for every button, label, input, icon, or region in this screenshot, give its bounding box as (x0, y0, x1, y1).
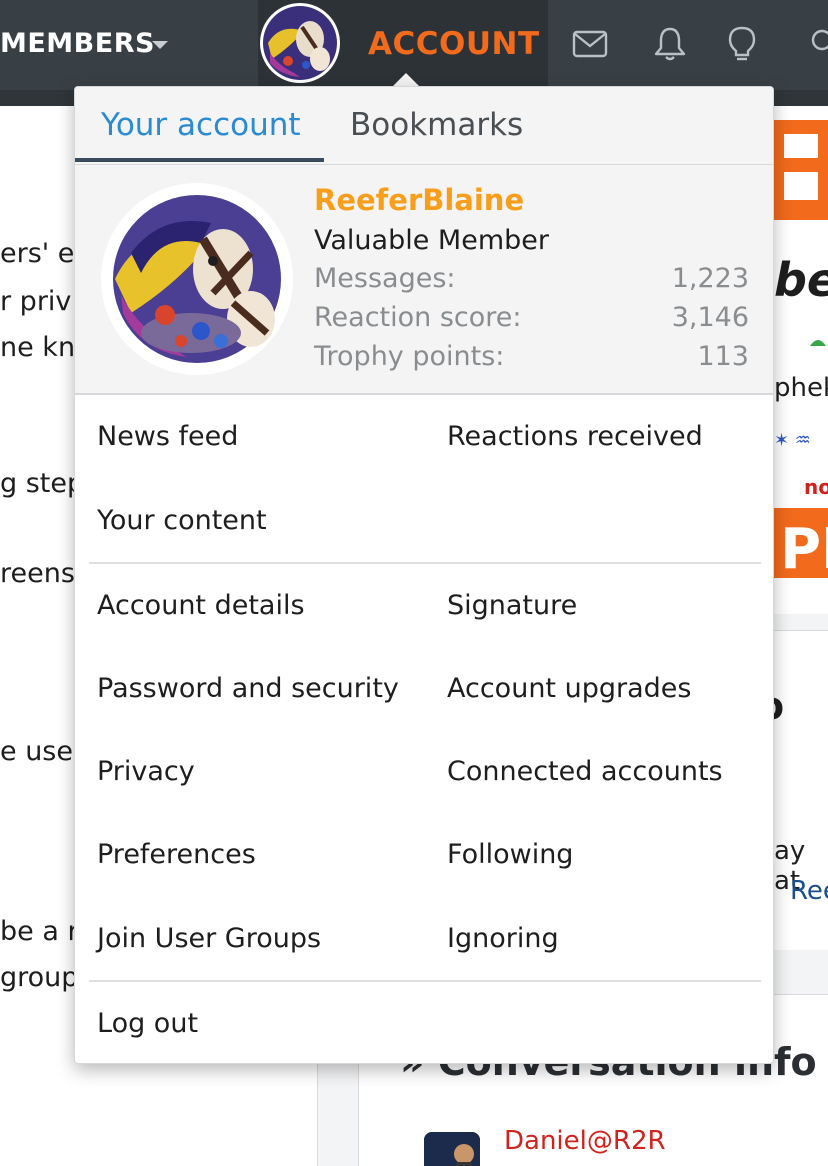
svg-text:be: be (774, 253, 828, 307)
stat-value: 1,223 (671, 263, 749, 294)
bell-icon[interactable] (650, 26, 690, 62)
profile-avatar[interactable] (101, 183, 293, 375)
menu-link-your-content[interactable]: Your content (97, 505, 267, 536)
search-icon[interactable] (804, 26, 828, 62)
tab-bookmarks[interactable]: Bookmarks (350, 107, 523, 143)
chevron-down-icon (152, 41, 168, 49)
stat-label: Trophy points: (314, 341, 505, 372)
menu-link-following[interactable]: Following (447, 839, 573, 870)
menu-link-log-out[interactable]: Log out (97, 1008, 198, 1039)
nav-avatar[interactable] (260, 3, 340, 83)
participant-name-link[interactable]: Daniel@R2R (504, 1126, 666, 1156)
dropdown-pointer (392, 73, 420, 87)
menu-link-account-details[interactable]: Account details (97, 590, 305, 621)
background-text-line: r priv (0, 286, 72, 317)
participant-avatar[interactable] (424, 1132, 480, 1166)
lightbulb-icon[interactable] (722, 26, 762, 62)
menu-link-password-security[interactable]: Password and security (97, 673, 399, 704)
menu-divider (89, 562, 761, 564)
stat-value: 3,146 (671, 302, 749, 333)
account-dropdown: Your account Bookmarks ReeferBlaine Valu… (74, 86, 774, 1064)
menu-link-preferences[interactable]: Preferences (97, 839, 256, 870)
nav-account-label[interactable]: ACCOUNT (368, 26, 540, 62)
menu-link-reactions-received[interactable]: Reactions received (447, 421, 703, 452)
stat-value: 113 (697, 341, 749, 372)
tab-your-account[interactable]: Your account (101, 107, 301, 143)
stat-label: Messages: (314, 263, 456, 294)
nav-members-tab[interactable]: MEMBERS (0, 28, 168, 59)
menu-link-signature[interactable]: Signature (447, 590, 577, 621)
dropdown-tabs: Your account Bookmarks (75, 87, 773, 165)
stat-label: Reaction score: (314, 302, 522, 333)
menu-divider (89, 980, 761, 982)
profile-user-title: Valuable Member (314, 225, 549, 256)
svg-text:phek: phek (774, 373, 828, 403)
mail-icon[interactable] (570, 26, 610, 62)
svg-text:no: no (804, 475, 828, 499)
menu-link-join-user-groups[interactable]: Join User Groups (97, 923, 321, 954)
background-text-line: ne kn (0, 332, 76, 363)
profile-username[interactable]: ReeferBlaine (314, 183, 524, 217)
nav-members-label: MEMBERS (0, 28, 155, 59)
stat-messages[interactable]: Messages: 1,223 (314, 263, 749, 299)
stat-reaction-score[interactable]: Reaction score: 3,146 (314, 302, 749, 338)
svg-text:✶ ♒: ✶ ♒ (774, 430, 811, 451)
background-text-line: reens (0, 558, 75, 589)
active-tab-indicator (75, 158, 324, 162)
svg-text:PI: PI (780, 517, 828, 582)
background-text-line: be a r (0, 916, 79, 947)
menu-link-privacy[interactable]: Privacy (97, 756, 195, 787)
stat-trophy-points[interactable]: Trophy points: 113 (314, 341, 749, 377)
menu-link-ignoring[interactable]: Ignoring (447, 923, 559, 954)
background-text-line: group (0, 962, 79, 993)
menu-link-account-upgrades[interactable]: Account upgrades (447, 673, 691, 704)
menu-link-connected-accounts[interactable]: Connected accounts (447, 756, 723, 787)
menu-link-news-feed[interactable]: News feed (97, 421, 238, 452)
sidebar-link-fragment[interactable]: Ree (790, 876, 828, 906)
profile-summary: ReeferBlaine Valuable Member Messages: 1… (75, 165, 773, 395)
background-text-line: g step (0, 468, 85, 499)
background-text-line: e use (0, 736, 73, 767)
